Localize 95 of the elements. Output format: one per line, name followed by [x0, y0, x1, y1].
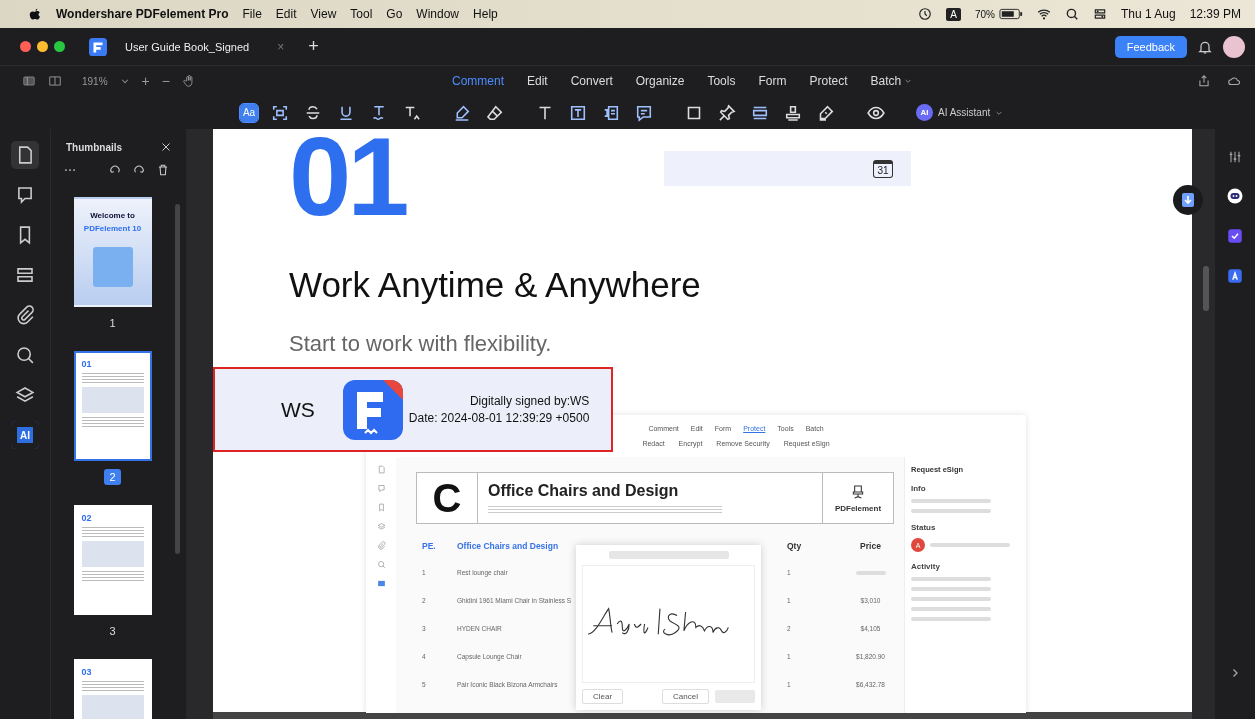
- column-header: PE.: [421, 541, 437, 551]
- control-center-icon[interactable]: [1092, 7, 1107, 21]
- app-menu[interactable]: Wondershare PDFelement Pro: [56, 7, 229, 21]
- zoom-level[interactable]: 191%: [82, 75, 108, 87]
- page-number: 1: [108, 316, 117, 331]
- calendar-icon[interactable]: 31: [873, 159, 893, 178]
- logo-letter: C: [417, 473, 478, 523]
- screenshot-image: [81, 541, 144, 567]
- toolbar-tab[interactable]: Tools: [707, 74, 736, 88]
- avatar[interactable]: [1223, 35, 1245, 58]
- chevron-down-icon[interactable]: [119, 76, 130, 86]
- apple-logo-icon[interactable]: [28, 7, 42, 21]
- app-logo-icon: [89, 37, 107, 56]
- thumbnail-text: PDFelement 10: [83, 224, 142, 233]
- toolbar-tab[interactable]: Protect: [809, 74, 848, 88]
- thumbnail-text: 01: [81, 359, 93, 369]
- page-thumbnail[interactable]: 03: [73, 659, 152, 719]
- signature-field[interactable]: WS Digitally signed by:WS Date: 2024-08-01 12:39:29 +0500: [213, 367, 613, 452]
- menu-bar-time[interactable]: 12:39 PM: [1189, 7, 1241, 21]
- column-header: Office Chairs and Design: [457, 541, 560, 551]
- scrollbar[interactable]: [1203, 266, 1209, 311]
- menu-item[interactable]: Window: [416, 7, 460, 21]
- document-tab[interactable]: User Guide Book_Signed ×: [117, 33, 293, 60]
- checklist-icon[interactable]: [1226, 227, 1244, 245]
- document-title: Office Chairs and Design: [488, 482, 680, 500]
- share-icon[interactable]: [1197, 74, 1211, 88]
- download-button[interactable]: [1173, 185, 1203, 215]
- ai-assistant-button[interactable]: AI AI Assistant: [916, 104, 1004, 121]
- cube-image: [92, 247, 133, 287]
- feedback-button[interactable]: Feedback: [1114, 35, 1187, 58]
- thumbnail-text: 02: [81, 513, 93, 523]
- menu-item[interactable]: Edit: [275, 7, 297, 21]
- page-number: 3: [108, 624, 117, 639]
- wifi-icon[interactable]: [1036, 7, 1051, 21]
- menu-item[interactable]: File: [242, 7, 262, 21]
- settings-sliders-icon[interactable]: [1227, 149, 1243, 165]
- toolbar-tab[interactable]: Batch: [870, 74, 913, 88]
- toolbar-tab[interactable]: Comment: [452, 74, 504, 88]
- app-logo-icon: [342, 379, 403, 440]
- toolbar-tab[interactable]: Form: [758, 74, 787, 88]
- search-icon[interactable]: [1064, 7, 1079, 21]
- section-heading: Activity: [911, 562, 941, 571]
- input-source-indicator[interactable]: A: [946, 7, 961, 21]
- menu-item[interactable]: Tool: [350, 7, 373, 21]
- close-icon[interactable]: [160, 141, 172, 153]
- chatbot-icon[interactable]: [1226, 187, 1244, 205]
- menu-bar-date[interactable]: Thu 1 Aug: [1120, 7, 1176, 21]
- page-number: 2: [104, 469, 121, 485]
- thumbnail-text: Welcome to: [90, 211, 135, 220]
- page-subheading: Start to work with flexibility.: [289, 331, 553, 357]
- battery-percentage: 70%: [974, 8, 995, 20]
- zoom-out-button[interactable]: −: [161, 73, 170, 89]
- battery-icon[interactable]: [998, 8, 1023, 20]
- zoom-in-button[interactable]: +: [141, 73, 150, 89]
- page-thumbnail[interactable]: Welcome to PDFelement 10: [73, 197, 152, 307]
- signer-text: Digitally signed by:WS: [469, 394, 590, 408]
- thumbnail-text: 03: [81, 667, 93, 677]
- text-tool-button[interactable]: Aa: [240, 103, 258, 122]
- blurred-text: [855, 570, 886, 575]
- panel-title: Thumbnails: [66, 141, 123, 153]
- menu-item[interactable]: Help: [473, 7, 498, 21]
- hand-icon[interactable]: [181, 74, 196, 88]
- toolbar-tab[interactable]: Organize: [635, 74, 685, 88]
- new-tab-button[interactable]: +: [308, 36, 319, 57]
- page-icon[interactable]: [11, 141, 39, 169]
- section-heading: Info: [911, 484, 927, 493]
- two-page-icon[interactable]: [48, 74, 62, 88]
- brand-label: PDFelement: [834, 503, 882, 513]
- screenshot-image: [81, 695, 144, 719]
- window-controls-drawing[interactable]: [20, 41, 65, 52]
- section-heading: Status: [911, 523, 937, 532]
- cloud-icon[interactable]: [1227, 74, 1241, 88]
- scrollbar[interactable]: [213, 712, 1192, 719]
- screenshot-image: [81, 387, 144, 413]
- ai-rail-button[interactable]: AI: [11, 421, 39, 449]
- date-field[interactable]: 31: [663, 151, 911, 186]
- menu-item[interactable]: View: [310, 7, 337, 21]
- chevron-down-icon[interactable]: [904, 77, 913, 85]
- signature-initials: WS: [281, 397, 315, 422]
- toolbar-tab[interactable]: Edit: [527, 74, 548, 88]
- sidebar-icon[interactable]: [22, 74, 36, 88]
- translate-icon[interactable]: [1226, 267, 1244, 285]
- menu-item[interactable]: Go: [386, 7, 403, 21]
- clock-icon[interactable]: [918, 7, 933, 21]
- page-thumbnail[interactable]: 02: [73, 505, 152, 615]
- column-header: Price: [859, 541, 882, 551]
- signature-date: Date: 2024-08-01 12:39:29 +0500: [408, 411, 590, 425]
- trash-icon[interactable]: [156, 163, 170, 177]
- column-header: Qty: [787, 541, 803, 551]
- page-thumbnail[interactable]: 01: [73, 351, 152, 461]
- chair-icon: [850, 483, 866, 500]
- page-heading: Work Anytime & Anywhere: [289, 265, 702, 305]
- toolbar-tab[interactable]: Convert: [570, 74, 613, 88]
- scrollbar[interactable]: [175, 204, 180, 554]
- chapter-number: 01: [289, 129, 406, 225]
